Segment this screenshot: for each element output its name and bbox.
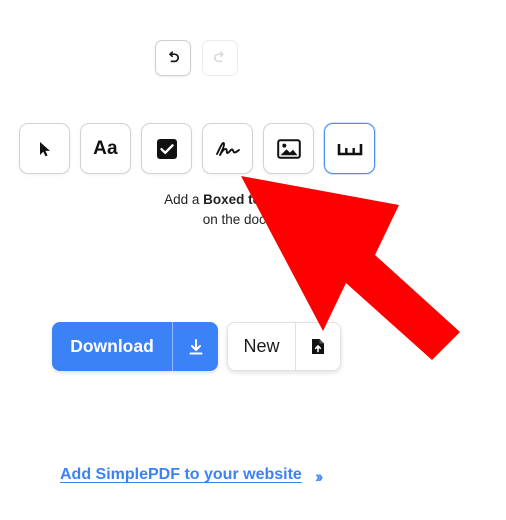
checkbox-icon bbox=[156, 138, 177, 159]
hint-line2: on the document bbox=[202, 212, 304, 227]
download-label: Download bbox=[70, 336, 154, 356]
undo-icon bbox=[169, 51, 180, 63]
hint-prefix: Add a bbox=[164, 192, 204, 207]
new-file-upload-button[interactable] bbox=[296, 323, 340, 370]
tool-hint: Add a Boxed text field by clic on the do… bbox=[20, 190, 486, 230]
add-simplepdf-link[interactable]: Add SimplePDF to your website bbox=[60, 466, 302, 484]
tool-image-button[interactable] bbox=[263, 123, 314, 174]
undo-button[interactable] bbox=[155, 40, 191, 76]
tool-boxed-text-button[interactable] bbox=[324, 123, 375, 174]
tool-select-button[interactable] bbox=[19, 123, 70, 174]
new-button[interactable]: New bbox=[227, 322, 341, 371]
tool-text-button[interactable]: Aa bbox=[80, 123, 131, 174]
text-icon: Aa bbox=[93, 137, 118, 159]
tool-checkbox-button[interactable] bbox=[141, 123, 192, 174]
download-options-button[interactable] bbox=[173, 322, 218, 371]
cursor-icon bbox=[39, 141, 50, 156]
boxed-text-icon bbox=[337, 143, 362, 155]
red-pointer-arrow bbox=[241, 176, 460, 360]
download-button[interactable]: Download bbox=[52, 322, 218, 371]
hint-suffix: field by clic bbox=[272, 192, 342, 207]
hint-strong: Boxed text bbox=[203, 192, 273, 207]
image-icon bbox=[276, 138, 301, 159]
redo-icon bbox=[213, 51, 224, 63]
signature-icon bbox=[215, 141, 240, 156]
new-file-icon bbox=[312, 339, 324, 354]
new-label: New bbox=[243, 336, 280, 356]
tool-signature-button[interactable] bbox=[202, 123, 253, 174]
redo-button[interactable] bbox=[202, 40, 238, 76]
download-icon bbox=[189, 338, 202, 354]
chevron-right-double-icon[interactable]: ›› bbox=[315, 467, 324, 487]
